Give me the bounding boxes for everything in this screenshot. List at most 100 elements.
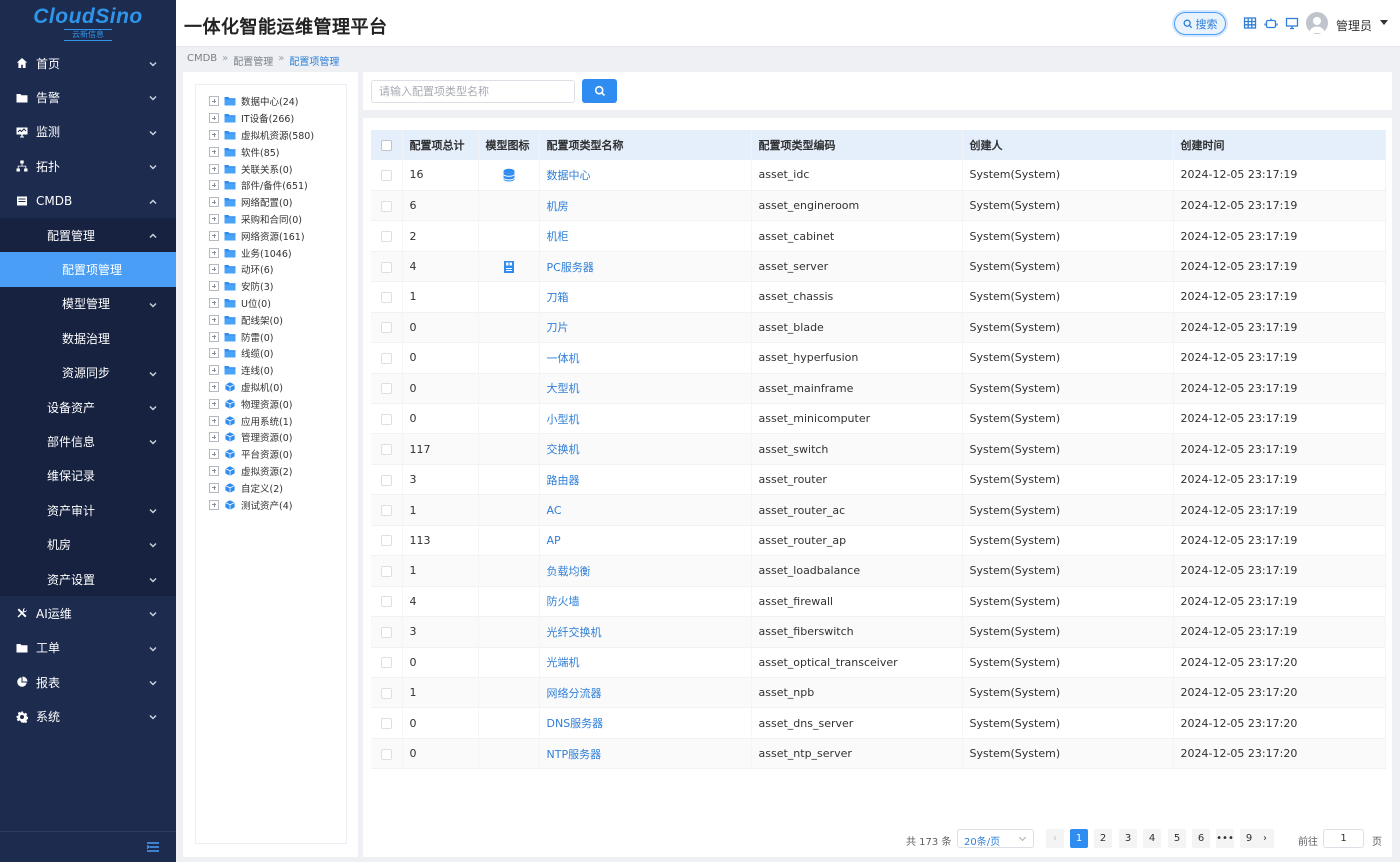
tree-node[interactable]: 动环(6): [196, 261, 346, 278]
row-checkbox[interactable]: [381, 596, 392, 608]
row-checkbox[interactable]: [381, 322, 392, 334]
tree-node[interactable]: 安防(3): [196, 278, 346, 295]
cell-type-name-link[interactable]: 刀箱: [539, 281, 752, 313]
cell-type-name-link[interactable]: 机柜: [539, 220, 752, 252]
page-number-button[interactable]: 3: [1119, 829, 1137, 848]
row-checkbox[interactable]: [381, 718, 392, 730]
table-row[interactable]: 0 刀片 asset_blade System(System) 2024-12-05 2…: [371, 312, 1386, 344]
expand-plus-icon[interactable]: [209, 432, 219, 443]
monitor-icon[interactable]: [1285, 16, 1299, 30]
tree-node[interactable]: U位(0): [196, 295, 346, 312]
table-row[interactable]: 1 AC asset_router_ac System(System) 2024-12-…: [371, 494, 1386, 526]
page-number-button[interactable]: 9: [1240, 829, 1258, 848]
cell-type-name-link[interactable]: 小型机: [539, 403, 752, 435]
menu-item-4[interactable]: CMDB: [0, 183, 176, 218]
menu-item-1[interactable]: 告警: [0, 80, 176, 114]
breadcrumb-item[interactable]: 配置管理: [233, 53, 273, 68]
cell-type-name-link[interactable]: 交换机: [539, 433, 752, 465]
expand-plus-icon[interactable]: [209, 415, 219, 426]
expand-plus-icon[interactable]: [209, 146, 219, 157]
tree-node[interactable]: 网络资源(161): [196, 227, 346, 244]
submenu-item[interactable]: 资产审计: [0, 493, 176, 527]
menu-item-2[interactable]: 监测: [0, 115, 176, 149]
submenu-item[interactable]: 资产设置: [0, 562, 176, 596]
row-checkbox[interactable]: [381, 565, 392, 577]
table-row[interactable]: 113 AP asset_router_ap System(System) 2024-1…: [371, 525, 1386, 557]
menu-item-0[interactable]: 首页: [0, 46, 176, 80]
expand-plus-icon[interactable]: [209, 348, 219, 359]
tree-node[interactable]: 软件(85): [196, 143, 346, 160]
submenu-item[interactable]: 数据治理: [0, 321, 176, 355]
table-icon[interactable]: [1243, 16, 1257, 30]
menu-item-6[interactable]: 工单: [0, 631, 176, 665]
expand-plus-icon[interactable]: [209, 449, 219, 460]
row-checkbox[interactable]: [381, 291, 392, 303]
table-row[interactable]: 6 机房 asset_engineroom System(System) 2024-12…: [371, 190, 1386, 222]
submenu-item[interactable]: 资源同步: [0, 356, 176, 390]
cell-type-name-link[interactable]: 刀片: [539, 312, 752, 344]
next-page-button[interactable]: ›: [1256, 829, 1274, 848]
tree-node[interactable]: 虚拟资源(2): [196, 463, 346, 480]
expand-plus-icon[interactable]: [209, 96, 219, 107]
table-row[interactable]: 1 网络分流器 asset_npb System(System) 2024-12-05 …: [371, 677, 1386, 709]
tree-node[interactable]: 虚拟机资源(580): [196, 127, 346, 144]
expand-plus-icon[interactable]: [209, 297, 219, 308]
submenu-item[interactable]: 设备资产: [0, 390, 176, 424]
type-name-search-input[interactable]: [371, 80, 575, 103]
cell-type-name-link[interactable]: PC服务器: [539, 251, 752, 283]
table-row[interactable]: 0 NTP服务器 asset_ntp_server System(System) 202…: [371, 738, 1386, 770]
submenu-item[interactable]: 配置管理: [0, 218, 176, 252]
row-checkbox[interactable]: [381, 383, 392, 395]
row-checkbox[interactable]: [381, 352, 392, 364]
table-row[interactable]: 16 数据中心 asset_idc System(System) 2024-12-05 …: [371, 160, 1386, 191]
tree-node[interactable]: 自定义(2): [196, 479, 346, 496]
row-checkbox[interactable]: [381, 231, 392, 243]
expand-plus-icon[interactable]: [209, 482, 219, 493]
expand-plus-icon[interactable]: [209, 314, 219, 325]
page-number-button[interactable]: 2: [1094, 829, 1112, 848]
tree-node[interactable]: IT设备(266): [196, 110, 346, 127]
cell-type-name-link[interactable]: 数据中心: [539, 160, 752, 191]
global-search-button[interactable]: 搜索: [1174, 12, 1226, 35]
row-checkbox[interactable]: [381, 200, 392, 212]
cell-type-name-link[interactable]: AP: [539, 525, 752, 557]
expand-plus-icon[interactable]: [209, 247, 219, 258]
user-name[interactable]: 管理员: [1336, 17, 1372, 34]
row-checkbox[interactable]: [381, 535, 392, 547]
expand-plus-icon[interactable]: [209, 163, 219, 174]
page-number-button[interactable]: 1: [1070, 829, 1088, 848]
more-pages-icon[interactable]: •••: [1216, 829, 1234, 848]
tree-node[interactable]: 配线架(0): [196, 311, 346, 328]
page-number-button[interactable]: 4: [1143, 829, 1161, 848]
avatar[interactable]: [1306, 12, 1328, 34]
table-row[interactable]: 0 DNS服务器 asset_dns_server System(System) 202…: [371, 707, 1386, 739]
cell-type-name-link[interactable]: 一体机: [539, 342, 752, 374]
table-row[interactable]: 1 刀箱 asset_chassis System(System) 2024-12-05…: [371, 281, 1386, 313]
cell-type-name-link[interactable]: DNS服务器: [539, 707, 752, 739]
expand-plus-icon[interactable]: [209, 365, 219, 376]
tree-node[interactable]: 平台资源(0): [196, 446, 346, 463]
table-row[interactable]: 2 机柜 asset_cabinet System(System) 2024-12-05…: [371, 220, 1386, 252]
tree-node[interactable]: 网络配置(0): [196, 194, 346, 211]
tree-node[interactable]: 应用系统(1): [196, 412, 346, 429]
tree-node[interactable]: 采购和合同(0): [196, 211, 346, 228]
table-row[interactable]: 4 防火墙 asset_firewall System(System) 2024-12-…: [371, 586, 1386, 618]
submenu-item[interactable]: 机房: [0, 527, 176, 561]
submenu-item[interactable]: 部件信息: [0, 424, 176, 458]
expand-plus-icon[interactable]: [209, 264, 219, 275]
tree-node[interactable]: 部件/备件(651): [196, 177, 346, 194]
row-checkbox[interactable]: [381, 505, 392, 517]
submenu-item[interactable]: 维保记录: [0, 459, 176, 493]
tree-node[interactable]: 测试资产(4): [196, 496, 346, 513]
menu-item-7[interactable]: 报表: [0, 665, 176, 699]
tree-node[interactable]: 物理资源(0): [196, 395, 346, 412]
expand-plus-icon[interactable]: [209, 398, 219, 409]
row-checkbox[interactable]: [381, 687, 392, 699]
expand-plus-icon[interactable]: [209, 465, 219, 476]
cell-type-name-link[interactable]: NTP服务器: [539, 738, 752, 770]
cell-type-name-link[interactable]: 光纤交换机: [539, 616, 752, 648]
tree-node[interactable]: 数据中心(24): [196, 93, 346, 110]
expand-plus-icon[interactable]: [209, 197, 219, 208]
expand-plus-icon[interactable]: [209, 331, 219, 342]
expand-plus-icon[interactable]: [209, 499, 219, 510]
